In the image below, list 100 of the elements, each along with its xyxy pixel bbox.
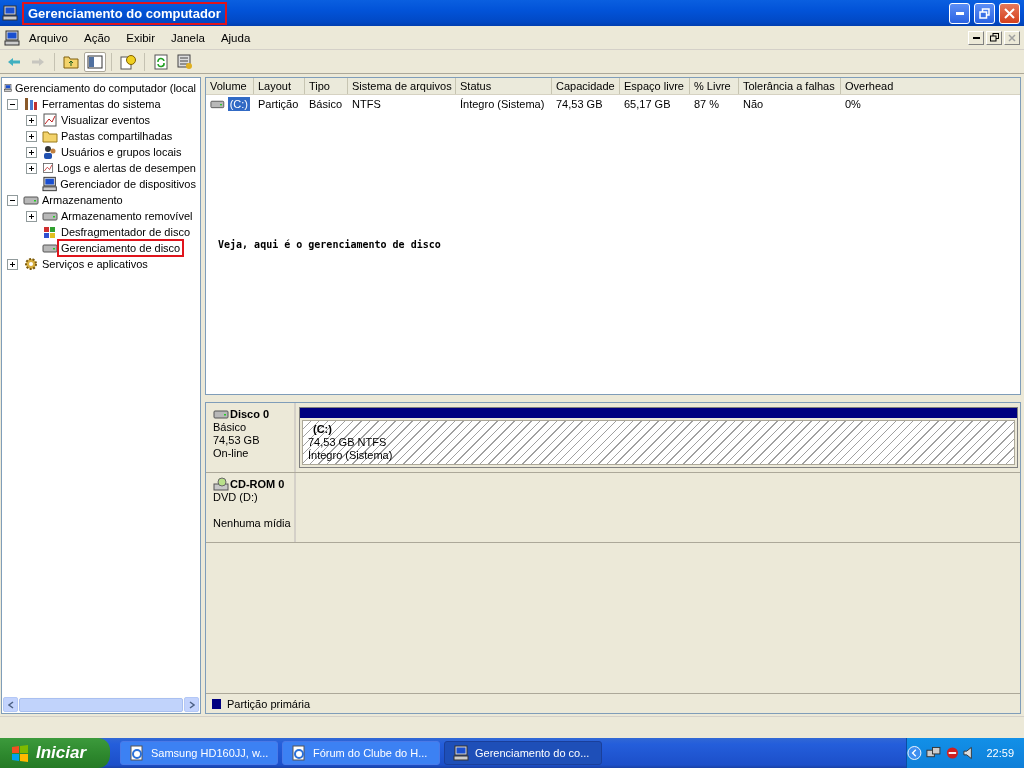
tree-item[interactable]: Desfragmentador de disco — [57, 223, 194, 241]
tree-item[interactable]: Visualizar eventos — [57, 111, 155, 129]
close-button[interactable] — [1004, 30, 1020, 45]
tree-item[interactable]: Armazenamento — [38, 191, 127, 209]
column-header[interactable]: Capacidade — [552, 78, 620, 94]
partition-label: (C:) — [312, 423, 333, 436]
table-cell: Íntegro (Sistema) — [460, 97, 545, 110]
computer-icon — [2, 5, 18, 21]
drive-icon — [42, 209, 58, 223]
disk-size: 74,53 GB — [213, 434, 261, 447]
tools-icon — [23, 96, 39, 112]
menu-item[interactable]: Ajuda — [213, 29, 258, 46]
users-icon — [42, 144, 58, 160]
minimize-icon — [972, 36, 980, 39]
tree-item[interactable]: Gerenciamento do computador (local — [11, 79, 200, 97]
column-header[interactable]: Tolerância a falhas — [739, 78, 841, 94]
menu-item[interactable]: Exibir — [119, 29, 162, 46]
menu-item[interactable]: Ação — [77, 29, 118, 46]
plus-icon — [9, 260, 16, 268]
computer-icon — [4, 29, 20, 46]
defrag-icon — [42, 224, 58, 240]
tree-item[interactable]: Pastas compartilhadas — [57, 127, 177, 145]
tree-item[interactable]: Gerenciador de dispositivos — [56, 175, 200, 193]
window-title: Gerenciamento do computador — [22, 1, 227, 25]
table-cell: 87 % — [694, 97, 720, 110]
expand-toggle[interactable] — [26, 210, 37, 222]
minimize-icon — [955, 11, 964, 15]
disk-name: Disco 0 — [230, 407, 270, 421]
expand-toggle[interactable] — [26, 130, 37, 142]
cd-drive-icon — [213, 477, 229, 491]
chart-icon — [42, 112, 58, 128]
expand-toggle[interactable] — [26, 114, 37, 126]
taskbar-button[interactable]: Gerenciamento do co... — [444, 741, 602, 765]
column-header[interactable]: Volume — [206, 78, 254, 94]
annotation-text: Veja, aqui é o gerenciamento de disco — [218, 239, 442, 250]
tree-item[interactable]: Serviços e aplicativos — [38, 255, 152, 273]
partition-block[interactable]: (C:) 74,53 GB NTFS Íntegro (Sistema) — [299, 407, 1018, 468]
partition-status: Íntegro (Sistema) — [308, 449, 394, 462]
table-cell: Não — [743, 97, 764, 110]
shared-folder-icon — [42, 128, 58, 144]
expand-toggle[interactable] — [26, 146, 37, 158]
column-header[interactable]: Status — [456, 78, 552, 94]
expand-toggle[interactable] — [26, 162, 37, 174]
browser-icon — [129, 745, 145, 761]
plus-icon — [28, 212, 35, 220]
column-header[interactable]: Sistema de arquivos — [348, 78, 456, 94]
chevron-icon — [907, 745, 922, 761]
restore-button[interactable] — [986, 30, 1002, 45]
pane-toggle-icon[interactable] — [84, 51, 106, 72]
plus-icon — [28, 164, 35, 172]
expand-toggle[interactable] — [7, 258, 18, 270]
legend-label: Partição primária — [227, 697, 311, 710]
disk-status: Nenhuma mídia — [213, 517, 292, 530]
table-cell: Partição — [258, 97, 299, 110]
table-cell: Básico — [309, 97, 343, 110]
table-cell: 74,53 GB — [556, 97, 603, 110]
column-header[interactable]: Tipo — [305, 78, 348, 94]
minimize-button[interactable] — [968, 30, 984, 45]
computer-icon — [42, 176, 58, 192]
close-icon — [1004, 7, 1015, 19]
restore-icon — [979, 7, 990, 19]
partition-size: 74,53 GB NTFS — [308, 436, 388, 449]
plus-icon — [28, 148, 35, 156]
plus-icon — [28, 132, 35, 140]
column-header[interactable]: Espaço livre — [620, 78, 690, 94]
table-cell: 65,17 GB — [624, 97, 671, 110]
gear-icon — [23, 256, 39, 272]
plus-icon — [28, 116, 35, 124]
clock: 22:59 — [986, 747, 1014, 759]
tree-item[interactable]: Armazenamento removível — [57, 207, 197, 225]
storage-icon — [23, 193, 39, 207]
disk-status: On-line — [213, 447, 250, 460]
collapse-toggle[interactable] — [7, 98, 18, 110]
close-button[interactable] — [999, 2, 1020, 24]
disk-name: CD-ROM 0 — [230, 477, 285, 491]
table-cell[interactable]: (C:) — [227, 96, 250, 111]
taskbar-button[interactable]: Fórum do Clube do H... — [282, 741, 440, 765]
menu-item[interactable]: Arquivo — [22, 29, 75, 46]
menu-item[interactable]: Janela — [164, 29, 212, 46]
windows-logo — [10, 744, 30, 762]
drive-icon — [42, 241, 58, 255]
chart-icon — [42, 160, 55, 176]
column-header[interactable]: Layout — [254, 78, 305, 94]
column-header[interactable]: % Livre — [690, 78, 739, 94]
disk-type: Básico — [213, 421, 248, 434]
collapse-toggle[interactable] — [7, 194, 18, 206]
close-icon — [1008, 33, 1016, 42]
taskbar-button[interactable]: Samsung HD160JJ, w... — [120, 741, 278, 765]
tree-item[interactable]: Usuários e grupos locais — [57, 143, 186, 161]
disk-type: DVD (D:) — [213, 491, 259, 504]
start-button[interactable]: Iniciar — [0, 738, 110, 768]
restore-icon — [989, 33, 999, 42]
table-cell: 0% — [845, 97, 861, 110]
table-cell: NTFS — [352, 97, 381, 110]
tree-item[interactable]: Ferramentas do sistema — [38, 95, 165, 113]
horizontal-scrollbar[interactable] — [2, 697, 200, 713]
tree-item[interactable]: Logs e alertas de desempen — [53, 159, 200, 177]
tree-item[interactable]: Gerenciamento de disco — [57, 239, 185, 257]
column-header[interactable]: Overhead — [841, 78, 1024, 94]
computer-icon — [453, 745, 469, 761]
